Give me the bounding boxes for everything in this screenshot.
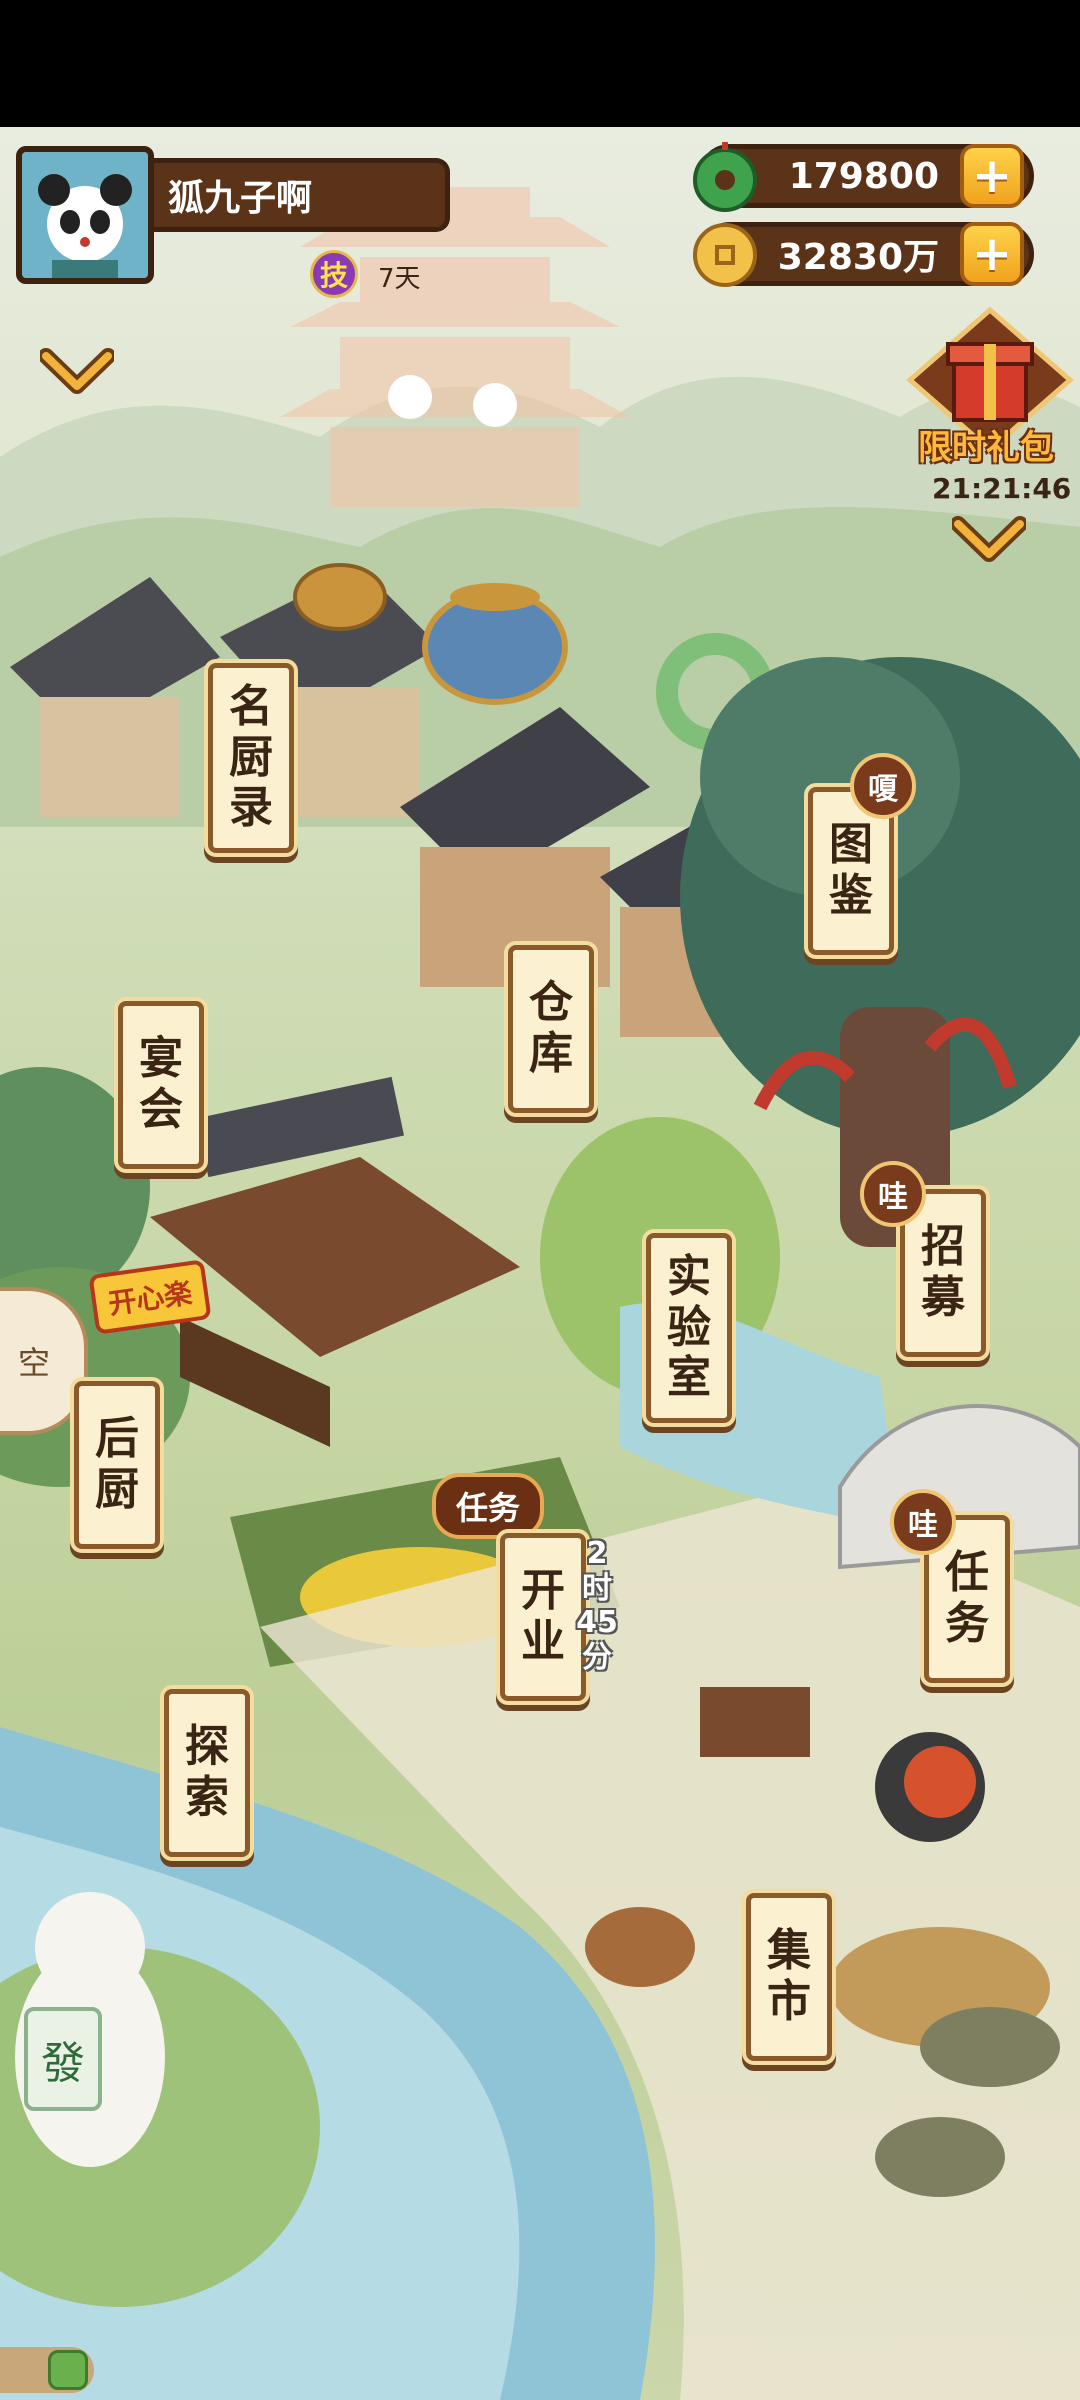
lab-char-3: 室 xyxy=(667,1352,711,1404)
skill-badge-label: 技 xyxy=(319,259,348,292)
open-timer-minutes: 45 xyxy=(576,1605,618,1640)
explore-char-2: 索 xyxy=(185,1772,229,1823)
banquet-char-2: 会 xyxy=(139,1084,183,1135)
banquet-char-1: 宴 xyxy=(139,1033,183,1085)
atlas-char-1: 图 xyxy=(829,819,873,871)
jade-plus-button[interactable]: + xyxy=(960,144,1024,208)
mahjong-tile-label: 發 xyxy=(41,2038,85,2089)
coin-plus-button[interactable]: + xyxy=(960,222,1024,286)
open-timer-hours: 2 xyxy=(586,1536,608,1571)
shop-sign-label: 开心楽 xyxy=(106,1276,195,1321)
player-name-bar: 狐九子啊 xyxy=(154,158,450,232)
kitchen-char-1: 后 xyxy=(95,1413,139,1465)
lab-char-1: 实 xyxy=(667,1251,711,1302)
task-pill-label: 任务 xyxy=(456,1489,521,1527)
gift-timer: 21:21:46 xyxy=(932,472,1072,505)
mahjong-tile: 發 xyxy=(24,2007,102,2111)
recruit-char-2: 募 xyxy=(921,1272,965,1323)
gift-title: 限时礼包 xyxy=(918,428,1054,468)
task-pill[interactable]: 任务 xyxy=(432,1473,545,1539)
explore-char-1: 探 xyxy=(185,1721,229,1773)
bottom-toggle[interactable] xyxy=(0,2347,94,2393)
atlas-char-2: 鉴 xyxy=(829,870,873,921)
toggle-knob xyxy=(48,2350,88,2390)
skill-badge[interactable]: 技 xyxy=(310,250,358,298)
tasks-char-1: 任 xyxy=(945,1547,989,1599)
recruit-badge[interactable]: 哇 xyxy=(860,1161,926,1227)
lab-char-2: 验 xyxy=(667,1301,711,1353)
explore-sign[interactable]: 探 索 xyxy=(164,1689,250,1857)
tasks-char-2: 务 xyxy=(945,1598,989,1649)
avatar[interactable] xyxy=(16,146,154,284)
kitchen-char-2: 厨 xyxy=(95,1464,139,1515)
market-sign[interactable]: 集 市 xyxy=(746,1893,832,2061)
warehouse-char-1: 仓 xyxy=(529,977,573,1029)
recruit-char-1: 招 xyxy=(921,1221,965,1273)
tasks-badge[interactable]: 哇 xyxy=(890,1489,956,1555)
limited-gift-button[interactable]: 限时礼包 21:21:46 xyxy=(900,306,1080,506)
coin-amount: 32830万 xyxy=(777,237,939,278)
open-char-1: 开 xyxy=(521,1565,565,1617)
chevron-down-icon[interactable] xyxy=(40,346,114,398)
chef-list-char-1: 名 xyxy=(229,681,273,732)
lab-sign[interactable]: 实 验 室 xyxy=(646,1233,732,1423)
skill-days: 7天 xyxy=(378,264,421,294)
open-timer-minute-unit: 分 xyxy=(582,1639,612,1675)
fan-label: 空 xyxy=(17,1344,50,1382)
chef-list-sign[interactable]: 名 厨 录 xyxy=(208,663,294,853)
warehouse-char-2: 库 xyxy=(529,1028,573,1079)
atlas-badge[interactable]: 嗄 xyxy=(850,753,916,819)
coin-icon xyxy=(693,223,757,287)
warehouse-sign[interactable]: 仓 库 xyxy=(508,945,594,1113)
banquet-sign[interactable]: 宴 会 xyxy=(118,1001,204,1169)
market-char-2: 市 xyxy=(767,1976,811,2027)
atlas-badge-label: 嗄 xyxy=(868,772,898,807)
open-timer: 2 时 45 分 xyxy=(572,1536,622,1675)
open-timer-hour-unit: 时 xyxy=(582,1570,612,1606)
kitchen-sign[interactable]: 后 厨 xyxy=(74,1381,160,1549)
jade-icon xyxy=(693,142,757,212)
chef-list-char-3: 录 xyxy=(229,782,273,834)
jade-amount: 179800 xyxy=(788,155,939,197)
tasks-badge-label: 哇 xyxy=(908,1508,938,1543)
chef-list-char-2: 厨 xyxy=(229,731,273,783)
chevron-down-icon[interactable] xyxy=(952,514,1026,566)
recruit-badge-label: 哇 xyxy=(878,1180,908,1215)
avatar-image xyxy=(22,152,148,278)
status-bar-area xyxy=(0,0,1080,127)
market-char-1: 集 xyxy=(767,1925,811,1977)
player-name: 狐九子啊 xyxy=(168,178,313,219)
open-char-2: 业 xyxy=(521,1616,565,1667)
